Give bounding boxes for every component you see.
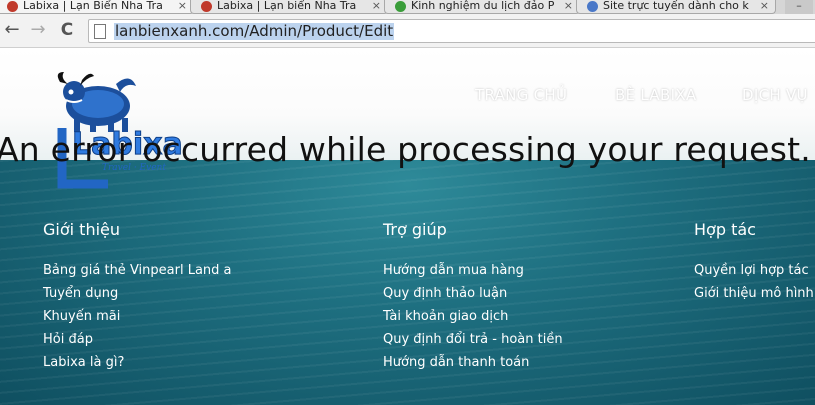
tab-title: Labixa | Lạn Biển Nha Tra: [23, 0, 163, 12]
footer-link[interactable]: Quy định đổi trả - hoàn tiền: [383, 331, 563, 348]
footer-link[interactable]: Hướng dẫn thanh toán: [383, 354, 563, 371]
reload-icon[interactable]: C: [57, 20, 77, 40]
nav-dich-vu[interactable]: DỊCH VỤ: [742, 86, 808, 104]
tab-title: Labixa | Lạn biển Nha Tra: [217, 0, 357, 12]
favicon-icon: [395, 1, 406, 12]
browser-tab[interactable]: Labixa | Lạn Biển Nha Tra ×: [0, 0, 194, 14]
tab-title: Kinh nghiệm du lịch đảo P: [411, 0, 555, 12]
close-icon[interactable]: ×: [564, 0, 573, 12]
close-icon[interactable]: ×: [372, 0, 381, 12]
footer-link[interactable]: Tài khoản giao dịch: [383, 308, 563, 325]
footer-link[interactable]: Bảng giá thẻ Vinpearl Land a: [43, 262, 232, 279]
forward-icon[interactable]: →: [28, 20, 48, 40]
browser-toolbar: ← → C lanbienxanh.com/Admin/Product/Edit: [0, 14, 815, 48]
close-icon[interactable]: ×: [760, 0, 769, 12]
footer-link[interactable]: Labixa là gì?: [43, 354, 232, 371]
web-page: Labixa Travel · Event TRANG CHỦ BÈ LABIX…: [0, 48, 815, 405]
error-message: An error occurred while processing your …: [0, 130, 811, 169]
buffalo-icon: [57, 72, 136, 132]
tab-strip: Labixa | Lạn Biển Nha Tra × Labixa | Lạn…: [0, 0, 815, 14]
page-icon: [94, 24, 106, 39]
tab-title: Site trực tuyến dành cho k: [603, 0, 749, 12]
back-icon[interactable]: ←: [2, 20, 22, 40]
footer-link[interactable]: Quyền lợi hợp tác: [694, 262, 814, 279]
footer-column-title: Hợp tác: [694, 220, 756, 239]
footer-column-hop-tac: Hợp tác Quyền lợi hợp tác Giới thiệu mô …: [694, 220, 814, 308]
minimize-button[interactable]: –: [785, 0, 813, 14]
nav-trang-chu[interactable]: TRANG CHỦ: [475, 86, 567, 104]
footer-column-title: Trợ giúp: [383, 220, 447, 239]
footer-link[interactable]: Giới thiệu mô hình: [694, 285, 814, 302]
browser-tab[interactable]: Kinh nghiệm du lịch đảo P ×: [384, 0, 580, 14]
browser-tab[interactable]: Site trực tuyến dành cho k ×: [576, 0, 776, 14]
footer-link[interactable]: Hỏi đáp: [43, 331, 232, 348]
footer-link[interactable]: Hướng dẫn mua hàng: [383, 262, 563, 279]
favicon-icon: [201, 1, 212, 12]
browser-tab[interactable]: Labixa | Lạn biển Nha Tra ×: [190, 0, 388, 14]
footer-link[interactable]: Tuyển dụng: [43, 285, 232, 302]
favicon-icon: [587, 1, 598, 12]
footer-column-title: Giới thiệu: [43, 220, 121, 239]
footer-column-tro-giup: Trợ giúp Hướng dẫn mua hàng Quy định thả…: [383, 220, 563, 377]
close-icon[interactable]: ×: [178, 0, 187, 12]
nav-be-labixa[interactable]: BÈ LABIXA: [615, 86, 696, 104]
footer-link[interactable]: Quy định thảo luận: [383, 285, 563, 302]
footer-column-gioi-thieu: Giới thiệu Bảng giá thẻ Vinpearl Land a …: [43, 220, 232, 377]
favicon-icon: [7, 1, 18, 12]
footer-link[interactable]: Khuyến mãi: [43, 308, 232, 325]
url-text[interactable]: lanbienxanh.com/Admin/Product/Edit: [114, 23, 395, 40]
address-bar[interactable]: lanbienxanh.com/Admin/Product/Edit: [88, 19, 815, 43]
